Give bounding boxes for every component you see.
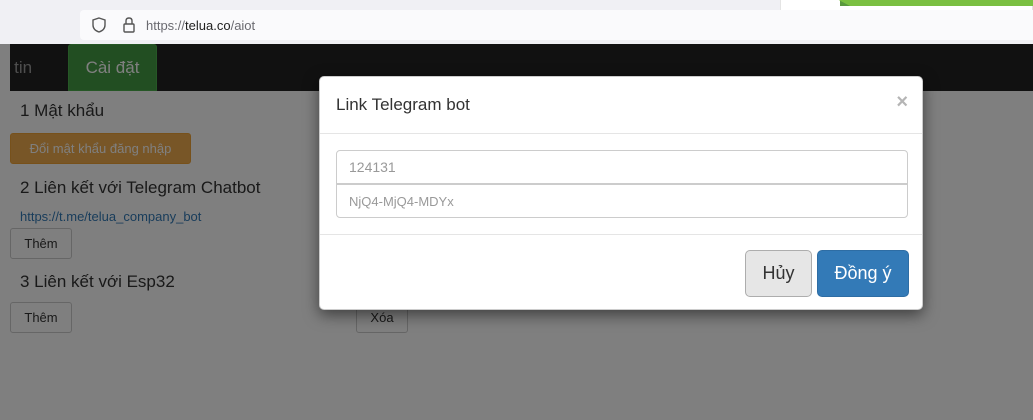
modal-footer: Hủy Đồng ý — [320, 234, 922, 310]
modal-title: Link Telegram bot — [336, 95, 470, 114]
browser-toolbar: https://telua.co/aiot — [0, 0, 1033, 44]
modal-body — [320, 134, 922, 234]
cancel-button[interactable]: Hủy — [745, 250, 812, 297]
telegram-link-modal: Link Telegram bot × Hủy Đồng ý — [319, 76, 923, 310]
bot-token-input[interactable] — [336, 184, 908, 218]
modal-header: Link Telegram bot × — [320, 77, 922, 134]
confirm-button[interactable]: Đồng ý — [817, 250, 909, 297]
address-bar[interactable]: https://telua.co/aiot — [80, 10, 1033, 40]
bot-id-input[interactable] — [336, 150, 908, 184]
shield-icon[interactable] — [88, 14, 110, 36]
lock-icon[interactable] — [118, 14, 140, 36]
url-text[interactable]: https://telua.co/aiot — [146, 18, 255, 33]
close-icon[interactable]: × — [896, 91, 908, 114]
